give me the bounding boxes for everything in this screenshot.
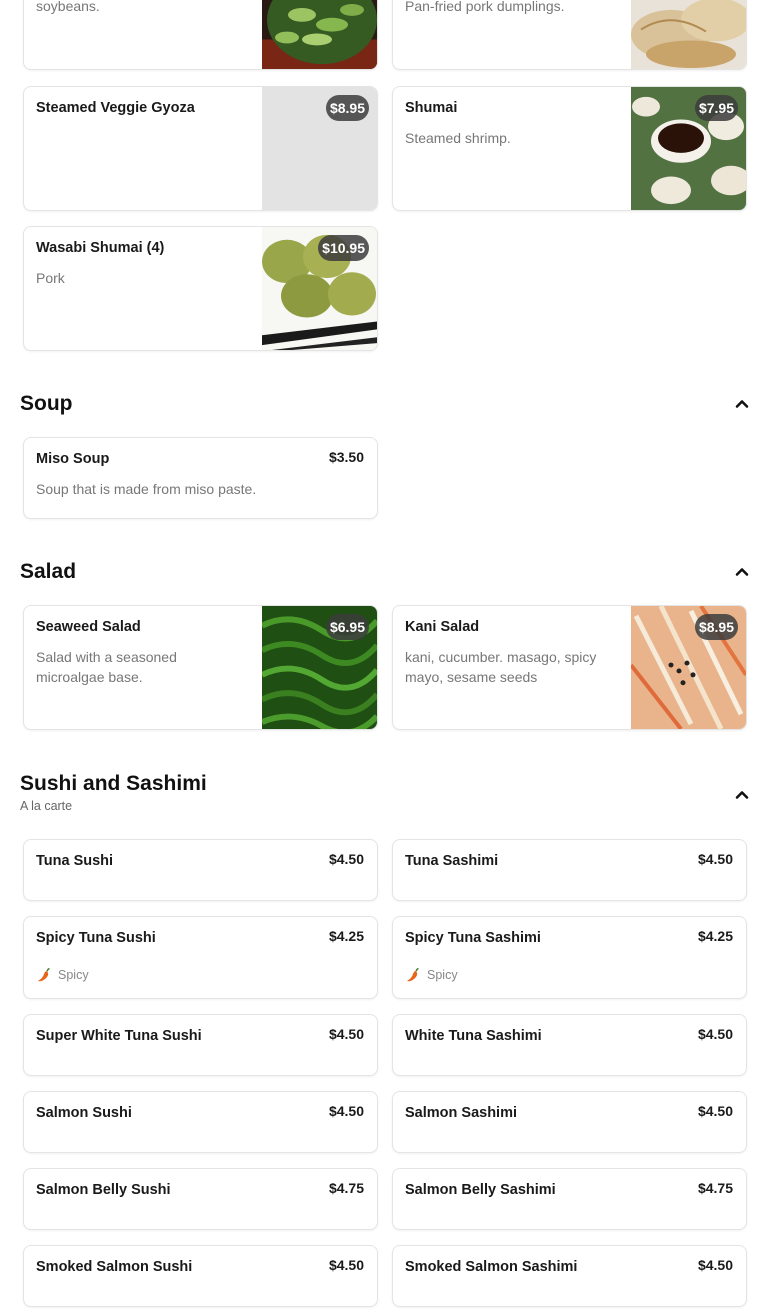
- menu-item-name: Salmon Sushi: [36, 1105, 132, 1121]
- menu-item-description: Soup that is made from miso paste.: [36, 481, 257, 497]
- menu-item-price: $4.50: [328, 1103, 364, 1119]
- section-title-sushi: Sushi and Sashimi: [20, 772, 207, 795]
- menu-item-name: Miso Soup: [36, 451, 110, 467]
- menu-item-description: kani, cucumber. masago, spicy mayo, sesa…: [405, 649, 597, 685]
- menu-item-description: soybeans.: [36, 0, 100, 14]
- chevron-up-icon[interactable]: [733, 395, 751, 413]
- price-badge: $8.95: [694, 614, 738, 640]
- menu-item-price: $4.50: [328, 1257, 364, 1273]
- menu-item-card[interactable]: Shumai Steamed shrimp. $7.95: [392, 86, 747, 211]
- menu-item-price: $4.75: [328, 1180, 364, 1196]
- menu-item-card[interactable]: Salmon Belly Sashimi $4.75: [392, 1168, 747, 1230]
- menu-item-card[interactable]: Tuna Sushi $4.50: [23, 839, 378, 901]
- menu-item-description: Pork: [36, 270, 65, 286]
- menu-item-card[interactable]: Steamed Veggie Gyoza $8.95: [23, 86, 378, 211]
- menu-item-price: $4.50: [328, 1026, 364, 1042]
- section-title-salad: Salad: [20, 560, 77, 583]
- menu-item-description: Salad with a seasoned microalgae base.: [36, 649, 177, 685]
- menu-item-card[interactable]: Salmon Sashimi $4.50: [392, 1091, 747, 1153]
- chili-pepper-icon: [407, 967, 419, 982]
- menu-item-name: Smoked Salmon Sushi: [36, 1259, 193, 1275]
- chevron-up-icon[interactable]: [733, 786, 751, 804]
- menu-item-card[interactable]: Miso Soup $3.50 Soup that is made from m…: [23, 437, 378, 519]
- menu-item-name: Spicy Tuna Sushi: [36, 930, 156, 946]
- edamame-photo: [262, 0, 377, 69]
- menu-item-card[interactable]: White Tuna Sashimi $4.50: [392, 1014, 747, 1076]
- menu-item-price: $4.25: [697, 928, 733, 944]
- menu-item-card-edamame[interactable]: soybeans.: [23, 0, 378, 70]
- menu-item-price: $3.50: [328, 449, 364, 465]
- menu-item-name: Salmon Sashimi: [405, 1105, 518, 1121]
- menu-item-price: $4.50: [328, 851, 364, 867]
- menu-item-card[interactable]: Wasabi Shumai (4) Pork $10.95: [23, 226, 378, 351]
- menu-item-card-gyoza[interactable]: Pan-fried pork dumplings.: [392, 0, 747, 70]
- menu-item-name: Smoked Salmon Sashimi: [405, 1259, 578, 1275]
- menu-item-description: Pan-fried pork dumplings.: [405, 0, 565, 14]
- menu-item-card[interactable]: Spicy Tuna Sushi $4.25 Spicy: [23, 916, 378, 999]
- menu-item-card[interactable]: Tuna Sashimi $4.50: [392, 839, 747, 901]
- menu-item-name: Steamed Veggie Gyoza: [36, 100, 195, 116]
- menu-item-price: $4.25: [328, 928, 364, 944]
- menu-item-name: Salmon Belly Sashimi: [405, 1182, 556, 1198]
- price-badge: $10.95: [318, 235, 369, 261]
- menu-item-price: $4.50: [697, 1257, 733, 1273]
- menu-item-card[interactable]: Seaweed Salad Salad with a seasoned micr…: [23, 605, 378, 730]
- menu-item-price: $4.50: [697, 1026, 733, 1042]
- menu-item-name: Salmon Belly Sushi: [36, 1182, 171, 1198]
- price-badge: $6.95: [325, 614, 369, 640]
- menu-item-name: Tuna Sashimi: [405, 853, 499, 869]
- menu-item-name: Seaweed Salad: [36, 619, 141, 635]
- menu-item-card[interactable]: Super White Tuna Sushi $4.50: [23, 1014, 378, 1076]
- section-subtitle: A la carte: [20, 799, 73, 813]
- menu-item-card[interactable]: Spicy Tuna Sashimi $4.25 Spicy: [392, 916, 747, 999]
- spicy-label: Spicy: [427, 967, 458, 982]
- gyoza-photo: [631, 0, 746, 69]
- spicy-tag: Spicy: [405, 966, 458, 983]
- price-badge: $7.95: [694, 95, 738, 121]
- menu-item-card[interactable]: Salmon Sushi $4.50: [23, 1091, 378, 1153]
- menu-item-description: Steamed shrimp.: [405, 130, 511, 146]
- menu-item-name: White Tuna Sashimi: [405, 1028, 542, 1044]
- menu-item-card[interactable]: Salmon Belly Sushi $4.75: [23, 1168, 378, 1230]
- menu-item-price: $4.75: [697, 1180, 733, 1196]
- menu-item-name: Spicy Tuna Sashimi: [405, 930, 541, 946]
- chili-pepper-icon: [38, 967, 50, 982]
- price-badge: $8.95: [325, 95, 369, 121]
- menu-item-name: Super White Tuna Sushi: [36, 1028, 202, 1044]
- chevron-up-icon[interactable]: [733, 563, 751, 581]
- menu-item-card[interactable]: Smoked Salmon Sushi $4.50: [23, 1245, 378, 1307]
- menu-item-name: Shumai: [405, 100, 458, 116]
- section-title-soup: Soup: [20, 392, 73, 415]
- spicy-tag: Spicy: [36, 966, 89, 983]
- menu-item-price: $4.50: [697, 1103, 733, 1119]
- menu-item-name: Wasabi Shumai (4): [36, 240, 165, 256]
- menu-item-card[interactable]: Smoked Salmon Sashimi $4.50: [392, 1245, 747, 1307]
- spicy-label: Spicy: [58, 967, 89, 982]
- menu-item-card[interactable]: Kani Salad kani, cucumber. masago, spicy…: [392, 605, 747, 730]
- menu-item-name: Kani Salad: [405, 619, 480, 635]
- menu-item-name: Tuna Sushi: [36, 853, 114, 869]
- menu-item-price: $4.50: [697, 851, 733, 867]
